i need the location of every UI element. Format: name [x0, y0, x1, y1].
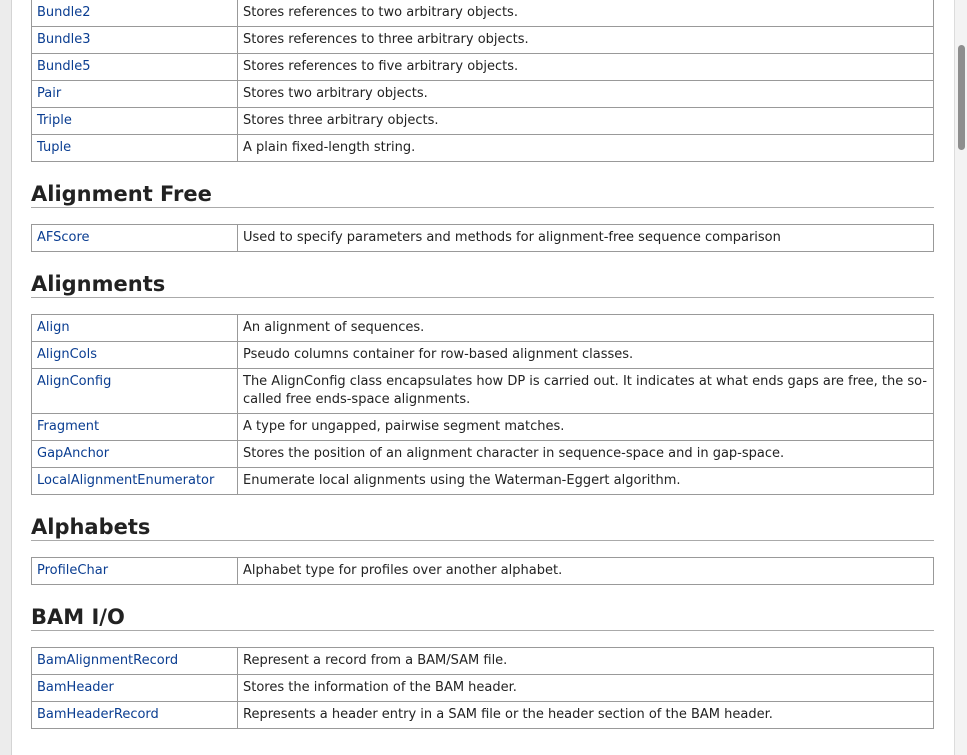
class-description: Represents a header entry in a SAM file … — [237, 701, 934, 729]
class-link-bamalignmentrecord[interactable]: BamAlignmentRecord — [37, 653, 178, 668]
table-row: AFScore Used to specify parameters and m… — [31, 224, 934, 252]
class-link-alignconfig[interactable]: AlignConfig — [37, 374, 111, 389]
vertical-scrollbar[interactable] — [954, 0, 967, 755]
class-description: Stores the information of the BAM header… — [237, 674, 934, 702]
table-row: Tuple A plain fixed-length string. — [31, 134, 934, 162]
class-link-pair[interactable]: Pair — [37, 86, 61, 101]
scrollbar-thumb[interactable] — [958, 45, 965, 150]
table-row: AlignCols Pseudo columns container for r… — [31, 341, 934, 369]
class-description: Stores references to three arbitrary obj… — [237, 26, 934, 54]
class-description: Stores three arbitrary objects. — [237, 107, 934, 135]
table-row: BamHeaderRecord Represents a header entr… — [31, 701, 934, 729]
class-link-bundle2[interactable]: Bundle2 — [37, 5, 91, 20]
table-row: BamHeader Stores the information of the … — [31, 674, 934, 702]
section-heading-alignments: Alignments — [31, 271, 934, 298]
class-description: Stores two arbitrary objects. — [237, 80, 934, 108]
class-table-alignment-free: AFScore Used to specify parameters and m… — [31, 224, 934, 252]
class-index-content: Bundle2 Stores references to two arbitra… — [31, 0, 934, 729]
class-link-tuple[interactable]: Tuple — [37, 140, 71, 155]
class-link-aligncols[interactable]: AlignCols — [37, 347, 97, 362]
class-link-bundle3[interactable]: Bundle3 — [37, 32, 91, 47]
section-heading-bam-io: BAM I/O — [31, 604, 934, 631]
table-row: ProfileChar Alphabet type for profiles o… — [31, 557, 934, 585]
class-link-bamheader[interactable]: BamHeader — [37, 680, 114, 695]
class-table-bam-io: BamAlignmentRecord Represent a record fr… — [31, 647, 934, 729]
table-row: Bundle2 Stores references to two arbitra… — [31, 0, 934, 27]
class-link-afscore[interactable]: AFScore — [37, 230, 90, 245]
section-heading-alignment-free: Alignment Free — [31, 181, 934, 208]
class-link-bundle5[interactable]: Bundle5 — [37, 59, 91, 74]
section-heading-alphabets: Alphabets — [31, 514, 934, 541]
class-description: Stores the position of an alignment char… — [237, 440, 934, 468]
table-row: AlignConfig The AlignConfig class encaps… — [31, 368, 934, 414]
class-link-fragment[interactable]: Fragment — [37, 419, 99, 434]
class-description: Enumerate local alignments using the Wat… — [237, 467, 934, 495]
class-description: An alignment of sequences. — [237, 314, 934, 342]
class-description: The AlignConfig class encapsulates how D… — [237, 368, 934, 414]
table-row: Triple Stores three arbitrary objects. — [31, 107, 934, 135]
class-description: Represent a record from a BAM/SAM file. — [237, 647, 934, 675]
table-row: GapAnchor Stores the position of an alig… — [31, 440, 934, 468]
table-row: Bundle3 Stores references to three arbit… — [31, 26, 934, 54]
table-row: LocalAlignmentEnumerator Enumerate local… — [31, 467, 934, 495]
class-description: Used to specify parameters and methods f… — [237, 224, 934, 252]
table-row: Align An alignment of sequences. — [31, 314, 934, 342]
class-table-alignments: Align An alignment of sequences. AlignCo… — [31, 314, 934, 495]
table-row: Fragment A type for ungapped, pairwise s… — [31, 413, 934, 441]
class-description: Stores references to two arbitrary objec… — [237, 0, 934, 27]
table-row: Bundle5 Stores references to five arbitr… — [31, 53, 934, 81]
class-link-localalignmentenumerator[interactable]: LocalAlignmentEnumerator — [37, 473, 214, 488]
table-row: BamAlignmentRecord Represent a record fr… — [31, 647, 934, 675]
class-link-triple[interactable]: Triple — [37, 113, 72, 128]
page-viewport: Bundle2 Stores references to two arbitra… — [11, 0, 956, 755]
class-description: Alphabet type for profiles over another … — [237, 557, 934, 585]
class-description: Pseudo columns container for row-based a… — [237, 341, 934, 369]
class-table-alphabets: ProfileChar Alphabet type for profiles o… — [31, 557, 934, 585]
class-link-profilechar[interactable]: ProfileChar — [37, 563, 108, 578]
class-link-gapanchor[interactable]: GapAnchor — [37, 446, 109, 461]
table-row: Pair Stores two arbitrary objects. — [31, 80, 934, 108]
class-link-bamheaderrecord[interactable]: BamHeaderRecord — [37, 707, 159, 722]
class-description: Stores references to five arbitrary obje… — [237, 53, 934, 81]
class-description: A plain fixed-length string. — [237, 134, 934, 162]
class-link-align[interactable]: Align — [37, 320, 70, 335]
class-description: A type for ungapped, pairwise segment ma… — [237, 413, 934, 441]
class-table-misc: Bundle2 Stores references to two arbitra… — [31, 0, 934, 162]
